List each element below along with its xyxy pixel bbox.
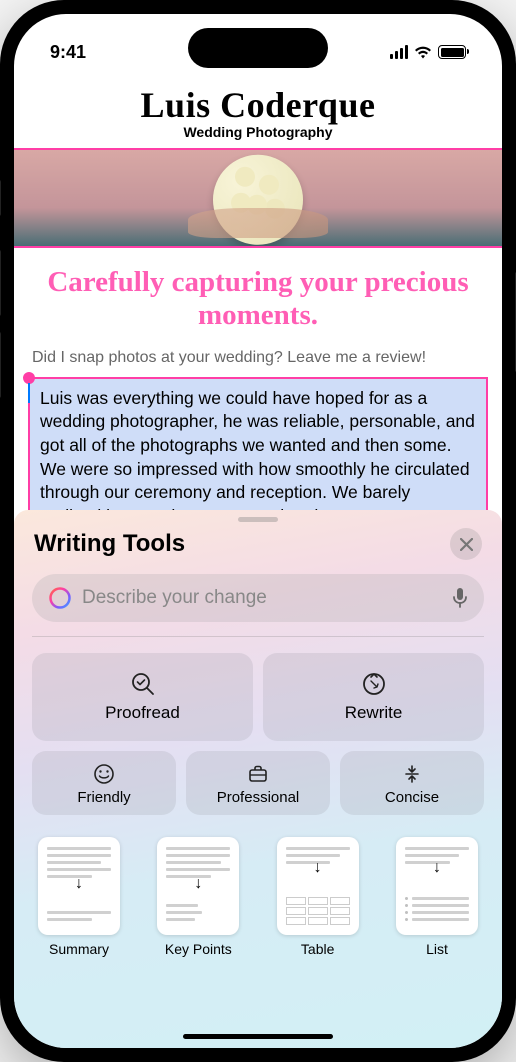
table-button[interactable]: ↓ Table	[277, 837, 359, 957]
dynamic-island	[188, 28, 328, 68]
proofread-button[interactable]: Proofread	[32, 653, 253, 741]
close-button[interactable]	[450, 528, 482, 560]
page-subtitle: Wedding Photography	[14, 124, 502, 140]
sheet-title: Writing Tools	[34, 530, 185, 558]
sheet-grabber[interactable]	[238, 517, 278, 522]
concise-icon	[399, 761, 425, 787]
prompt-input[interactable]: Describe your change	[32, 574, 484, 622]
rewrite-icon	[361, 671, 387, 697]
apple-intelligence-icon	[48, 586, 72, 610]
professional-button[interactable]: Professional	[186, 751, 330, 815]
cellular-icon	[390, 45, 408, 59]
rewrite-button[interactable]: Rewrite	[263, 653, 484, 741]
writing-tools-sheet: Writing Tools	[14, 510, 502, 1048]
review-prompt: Did I snap photos at your wedding? Leave…	[14, 343, 502, 377]
close-icon	[460, 538, 473, 551]
summary-button[interactable]: ↓ Summary	[38, 837, 120, 957]
microphone-icon[interactable]	[452, 587, 468, 609]
home-indicator[interactable]	[183, 1034, 333, 1039]
battery-icon	[438, 45, 466, 59]
prompt-placeholder: Describe your change	[82, 587, 442, 609]
friendly-button[interactable]: Friendly	[32, 751, 176, 815]
smiley-icon	[91, 761, 117, 787]
concise-button[interactable]: Concise	[340, 751, 484, 815]
list-button[interactable]: ↓ List	[396, 837, 478, 957]
tagline: Carefully capturing your precious moment…	[14, 248, 502, 343]
hero-image	[14, 148, 502, 248]
keypoints-button[interactable]: ↓ Key Points	[157, 837, 239, 957]
wifi-icon	[414, 45, 432, 59]
page-title: Luis Coderque	[14, 84, 502, 126]
magnifier-check-icon	[130, 671, 156, 697]
briefcase-icon	[245, 761, 271, 787]
selected-text: Luis was everything we could have hoped …	[40, 388, 475, 526]
divider	[32, 636, 484, 637]
status-time: 9:41	[50, 42, 86, 63]
